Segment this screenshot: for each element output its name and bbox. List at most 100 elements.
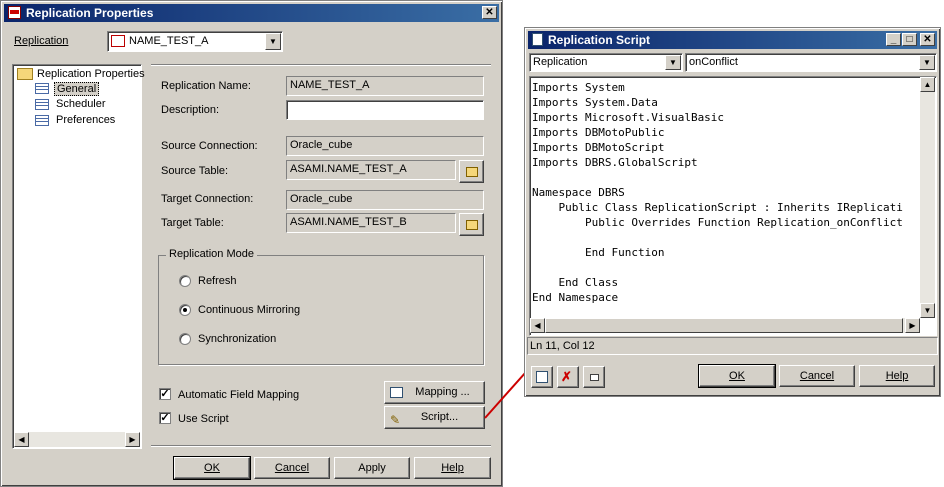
script-help-button[interactable]: Help [859, 365, 935, 387]
code-line: Namespace DBRS [532, 186, 625, 199]
help-button[interactable]: Help [414, 457, 491, 479]
code-line: Imports System [532, 81, 625, 94]
page-icon [35, 99, 49, 110]
continuous-mirroring-radio[interactable] [179, 304, 191, 316]
minimize-button[interactable]: _ [886, 33, 901, 46]
code-line: Imports Microsoft.VisualBasic [532, 111, 725, 124]
script-cancel-button[interactable]: Cancel [779, 365, 855, 387]
page-icon [35, 115, 49, 126]
synchronization-label[interactable]: Synchronization [198, 333, 276, 345]
replication-combo-value: NAME_TEST_A [129, 35, 209, 47]
code-line: Imports DBRS.GlobalScript [532, 156, 698, 169]
bottom-divider [151, 445, 491, 446]
scroll-up-icon[interactable]: ▲ [920, 77, 935, 92]
code-editor[interactable]: Imports System Imports System.Data Impor… [529, 76, 937, 336]
title-bar[interactable]: Replication Properties ✕ [4, 4, 499, 22]
target-connection-label: Target Connection: [161, 193, 254, 205]
close-button[interactable]: ✕ [482, 6, 497, 19]
description-label: Description: [161, 104, 220, 116]
browse-target-table-button[interactable] [459, 213, 484, 236]
replication-name-field[interactable]: NAME_TEST_A [286, 76, 484, 96]
refresh-label[interactable]: Refresh [198, 275, 237, 287]
source-table-label: Source Table: [161, 165, 229, 177]
browse-icon [466, 220, 478, 230]
target-table-label: Target Table: [161, 217, 224, 229]
scroll-thumb[interactable] [545, 318, 903, 333]
mapping-button[interactable]: Mapping ... [384, 381, 485, 404]
page-icon [35, 83, 49, 94]
replication-combo[interactable]: NAME_TEST_A ▼ [107, 31, 283, 52]
object-combo[interactable]: Replication ▼ [529, 53, 683, 72]
description-field[interactable] [286, 100, 484, 120]
source-connection-value: Oracle_cube [290, 139, 353, 151]
code-line: End Class [532, 276, 619, 289]
source-table-field[interactable]: ASAMI.NAME_TEST_A [286, 160, 456, 180]
source-connection-label: Source Connection: [161, 140, 258, 152]
cursor-position: Ln 11, Col 12 [530, 340, 595, 352]
scroll-left-icon[interactable]: ◀ [530, 318, 545, 333]
refresh-radio[interactable] [179, 275, 191, 287]
chevron-down-icon[interactable]: ▼ [665, 55, 681, 70]
browse-source-table-button[interactable] [459, 160, 484, 183]
code-line: End Namespace [532, 291, 619, 304]
code-line: Imports DBMotoPublic [532, 126, 665, 139]
target-connection-field[interactable]: Oracle_cube [286, 190, 484, 210]
window-title: Replication Properties [26, 6, 154, 20]
compile-icon: ✗ [561, 369, 572, 384]
script-ok-button[interactable]: OK [698, 364, 776, 388]
maximize-button[interactable]: □ [902, 33, 917, 46]
compile-button[interactable]: ✗ [557, 366, 579, 388]
tree-item-preferences[interactable]: Preferences [56, 114, 115, 126]
replication-properties-window: Replication Properties ✕ Replication NAM… [0, 0, 503, 487]
code-line: Imports System.Data [532, 96, 658, 109]
scroll-down-icon[interactable]: ▼ [920, 303, 935, 318]
scroll-right-icon[interactable]: ▶ [905, 318, 920, 333]
panel-divider [151, 64, 491, 65]
chevron-down-icon[interactable]: ▼ [919, 55, 935, 70]
script-button[interactable]: ✎ Script... [384, 406, 485, 429]
tree-item-general[interactable]: General [54, 82, 100, 96]
navigation-tree: Replication Properties General Scheduler… [12, 64, 145, 449]
script-button-label: Script... [420, 411, 459, 423]
mapping-button-label: Mapping ... [415, 386, 470, 398]
cancel-button[interactable]: Cancel [254, 457, 330, 479]
auto-mapping-label[interactable]: Automatic Field Mapping [178, 389, 299, 401]
tree-item-scheduler[interactable]: Scheduler [56, 98, 106, 110]
target-table-field[interactable]: ASAMI.NAME_TEST_B [286, 213, 456, 233]
script-close-button[interactable]: ✕ [920, 33, 935, 46]
replication-name-label: Replication Name: [161, 80, 251, 92]
source-table-value: ASAMI.NAME_TEST_A [290, 163, 407, 175]
script-icon: ✎ [390, 413, 401, 427]
run-button[interactable] [583, 366, 605, 388]
script-app-icon [532, 33, 543, 46]
synchronization-radio[interactable] [179, 333, 191, 345]
replication-name-value: NAME_TEST_A [290, 79, 370, 91]
replication-label: Replication [14, 35, 69, 47]
source-connection-field[interactable]: Oracle_cube [286, 136, 484, 156]
calendar-button[interactable] [531, 366, 553, 388]
ok-button[interactable]: OK [173, 456, 251, 480]
auto-mapping-checkbox[interactable]: ✓ [159, 388, 171, 400]
mapping-icon [390, 387, 403, 398]
replication-script-window: Replication Script _ □ ✕ Replication ▼ o… [524, 27, 941, 397]
folder-icon [17, 68, 33, 80]
app-icon [8, 6, 21, 19]
use-script-label[interactable]: Use Script [178, 413, 229, 425]
status-bar: Ln 11, Col 12 [527, 337, 938, 355]
run-icon [590, 374, 599, 381]
apply-button[interactable]: Apply [334, 457, 410, 479]
code-vertical-scrollbar[interactable]: ▲ ▼ [920, 77, 935, 318]
continuous-mirroring-label[interactable]: Continuous Mirroring [198, 304, 300, 316]
use-script-checkbox[interactable]: ✓ [159, 412, 171, 424]
tree-horizontal-scrollbar[interactable]: ◀ ▶ [14, 432, 140, 447]
calendar-icon [536, 371, 548, 383]
script-window-title: Replication Script [548, 33, 651, 47]
code-area[interactable]: Imports System Imports System.Data Impor… [532, 80, 920, 317]
scroll-right-icon[interactable]: ▶ [125, 432, 140, 447]
tree-root[interactable]: Replication Properties [37, 68, 145, 80]
code-horizontal-scrollbar[interactable]: ◀ ▶ [530, 318, 920, 333]
chevron-down-icon[interactable]: ▼ [265, 33, 281, 50]
script-title-bar[interactable]: Replication Script _ □ ✕ [528, 31, 937, 49]
scroll-left-icon[interactable]: ◀ [14, 432, 29, 447]
event-combo[interactable]: onConflict ▼ [685, 53, 937, 72]
